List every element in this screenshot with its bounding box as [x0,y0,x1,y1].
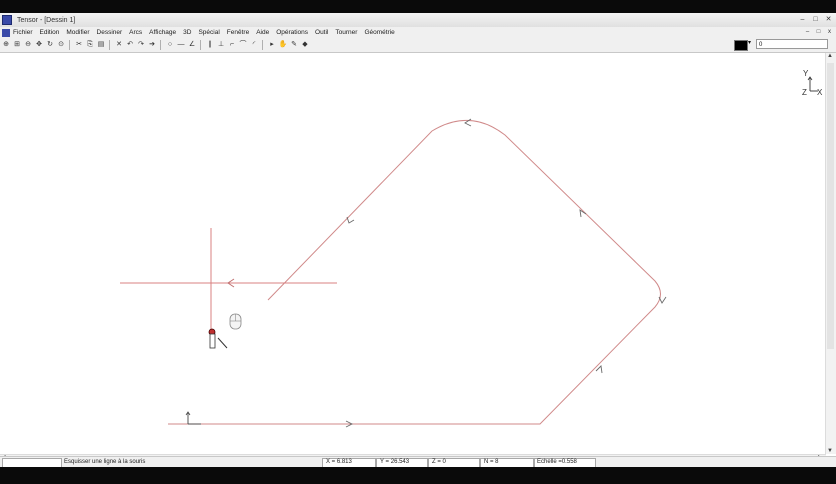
app-icon [2,15,12,25]
undo-icon[interactable]: ↶ [125,40,135,50]
rotate-icon[interactable]: ↻ [45,40,55,50]
scroll-up-icon[interactable]: ▲ [827,53,833,59]
toolbar-separator [200,40,201,50]
arc-corner-icon[interactable]: ⌒ [238,40,248,50]
zoom-out-icon[interactable]: ⊖ [23,40,33,50]
maximize-button[interactable]: □ [810,14,821,25]
status-y: Y = 26.543 [380,459,410,465]
menu-dessiner[interactable]: Dessiner [97,29,123,36]
circle-icon[interactable]: ○ [165,40,175,50]
direction-arrow-icon [595,365,603,374]
line-weight-field[interactable]: 0 [756,39,828,49]
menu-geometrie[interactable]: Géométrie [364,29,394,36]
status-scale: Echelle =0.558 [537,459,577,465]
document-controls: – □ x [801,28,834,37]
zoom-all-icon[interactable]: ⊙ [56,40,66,50]
status-message: Esquisser une ligne à la souris [64,459,146,465]
menu-operations[interactable]: Opérations [276,29,308,36]
axis-x-label: X [817,88,823,97]
copy-icon[interactable]: ⎘ [85,40,95,50]
pointer-icon[interactable]: ▸ [267,40,277,50]
snap-icon[interactable]: ◆ [300,40,310,50]
menu-tourner[interactable]: Tourner [335,29,357,36]
redo-icon[interactable]: ↷ [136,40,146,50]
close-button[interactable]: ✕ [823,14,834,25]
application-window: Tensor - [Dessin 1] – □ ✕ Fichier Editio… [0,13,836,467]
zoom-window-icon[interactable]: ⊞ [12,40,22,50]
drawing-canvas[interactable]: Y Z X [0,53,826,454]
menu-bar: Fichier Edition Modifier Dessiner Arcs A… [0,27,836,38]
sketch-path[interactable] [168,120,661,425]
status-x: X = 6.813 [326,459,352,465]
corner-icon[interactable]: ⌐ [227,40,237,50]
doc-restore-button[interactable]: □ [814,28,823,37]
menu-fichier[interactable]: Fichier [13,29,33,36]
axis-indicator: Y Z X [802,69,823,97]
pan-icon[interactable]: ✥ [34,40,44,50]
status-z: Z = 0 [432,459,446,465]
line-color-swatch[interactable] [734,40,748,51]
parallel-icon[interactable]: ∥ [205,40,215,50]
vertical-scroll-thumb[interactable] [827,63,834,349]
minimize-button[interactable]: – [797,14,808,25]
pen-cursor-icon [209,333,216,349]
scroll-down-icon[interactable]: ▼ [827,448,833,454]
menu-arcs[interactable]: Arcs [129,29,142,36]
status-input-box [2,458,62,467]
delete-icon[interactable]: ✕ [114,40,124,50]
cut-icon[interactable]: ✂ [74,40,84,50]
arrow-right-icon[interactable]: ➔ [147,40,157,50]
drawing-svg[interactable]: Y Z X [0,53,826,454]
window-title: Tensor - [Dessin 1] [17,16,76,24]
toolbar-separator [69,40,70,50]
menu-special[interactable]: Spécial [198,29,219,36]
toolbar-separator [262,40,263,50]
title-bar: Tensor - [Dessin 1] – □ ✕ [0,13,836,28]
menu-affichage[interactable]: Affichage [149,29,176,36]
perpendicular-icon[interactable]: ⊥ [216,40,226,50]
menu-edition[interactable]: Edition [40,29,60,36]
window-controls: – □ ✕ [795,14,834,25]
toolbar: ⊕ ⊞ ⊖ ✥ ↻ ⊙ ✂ ⎘ ▤ ✕ ↶ ↷ ➔ ○ — ∠ ∥ ⊥ ⌐ ⌒ … [0,38,836,53]
axis-y-label: Y [803,69,809,78]
toolbar-separator [160,40,161,50]
doc-close-button[interactable]: x [825,28,834,37]
menu-modifier[interactable]: Modifier [66,29,89,36]
menu-outil[interactable]: Outil [315,29,328,36]
arc-icon[interactable]: ◜ [249,40,259,50]
document-icon[interactable] [2,28,10,37]
edit-icon[interactable]: ✎ [289,40,299,50]
move-icon[interactable]: ✋ [278,40,288,50]
zoom-in-icon[interactable]: ⊕ [1,40,11,50]
chevron-down-icon[interactable]: ▾ [748,39,751,46]
axis-z-label: Z [802,88,807,97]
status-n: N = 8 [484,459,499,465]
status-bar: Esquisser une ligne à la souris X = 6.81… [0,456,836,467]
line-icon[interactable]: — [176,40,186,50]
paste-icon[interactable]: ▤ [96,40,106,50]
doc-minimize-button[interactable]: – [803,28,812,37]
toolbar-separator [109,40,110,50]
cursor-tail [217,337,228,349]
menu-aide[interactable]: Aide [256,29,269,36]
menu-3d[interactable]: 3D [183,29,191,36]
angle-icon[interactable]: ∠ [187,40,197,50]
vertical-scrollbar[interactable]: ▲ ▼ [825,53,836,454]
menu-fenetre[interactable]: Fenêtre [227,29,249,36]
